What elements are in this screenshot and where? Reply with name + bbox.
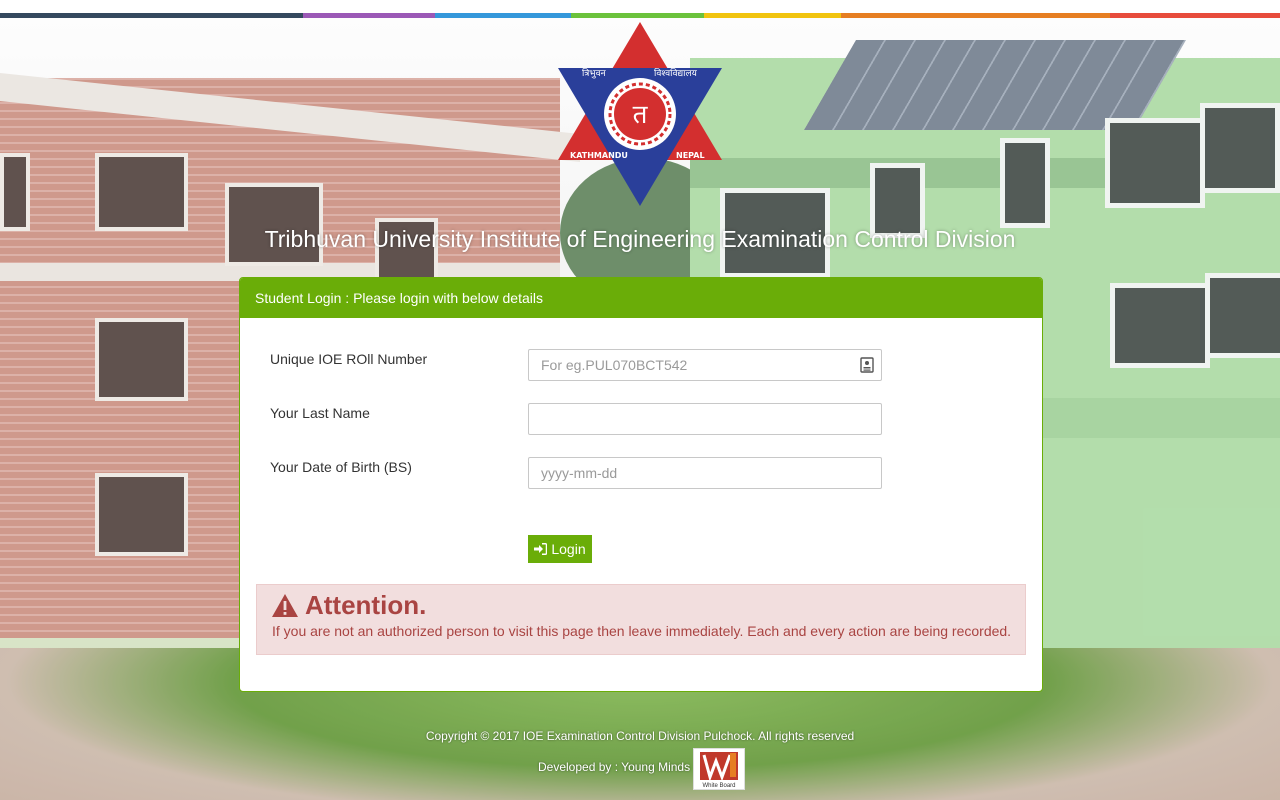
alert-title-row: Attention.	[271, 590, 426, 621]
tribhuvan-university-logo: त त्रिभुवन विश्वविद्यालय KATHMANDU NEPAL	[558, 22, 722, 206]
developed-by-text: Developed by : Young Minds	[538, 760, 691, 774]
page-title: Tribhuvan University Institute of Engine…	[264, 226, 1016, 252]
logo-text-top-right: विश्वविद्यालय	[654, 67, 698, 79]
attention-alert: Attention. If you are not an authorized …	[256, 584, 1026, 655]
id-card-icon	[860, 357, 874, 373]
logo-text-top-left: त्रिभुवन	[582, 67, 607, 79]
alert-message: If you are not an authorized person to v…	[272, 623, 1012, 639]
login-button[interactable]: Login	[528, 535, 592, 563]
last-name-input[interactable]	[528, 403, 882, 435]
white-board-badge[interactable]: White Board	[693, 748, 745, 790]
panel-heading: Student Login : Please login with below …	[240, 278, 1042, 318]
warning-triangle-icon	[272, 594, 298, 617]
copyright-text: Copyright © 2017 IOE Examination Control…	[425, 729, 855, 743]
login-panel: Student Login : Please login with below …	[239, 277, 1043, 692]
dob-label: Your Date of Birth (BS)	[270, 459, 412, 475]
badge-text: White Board	[702, 783, 735, 789]
alert-title: Attention.	[305, 590, 427, 620]
white-board-logo: White Board	[700, 752, 738, 789]
roll-number-input[interactable]	[528, 349, 882, 381]
roll-number-label: Unique IOE ROll Number	[270, 351, 428, 367]
last-name-label: Your Last Name	[270, 405, 370, 421]
sign-in-icon	[534, 543, 548, 555]
logo-text-bottom-left: KATHMANDU	[570, 151, 628, 160]
dob-input[interactable]	[528, 457, 882, 489]
login-button-label: Login	[551, 541, 586, 557]
logo-emblem: त	[633, 100, 649, 130]
logo-text-bottom-right: NEPAL	[676, 151, 705, 160]
